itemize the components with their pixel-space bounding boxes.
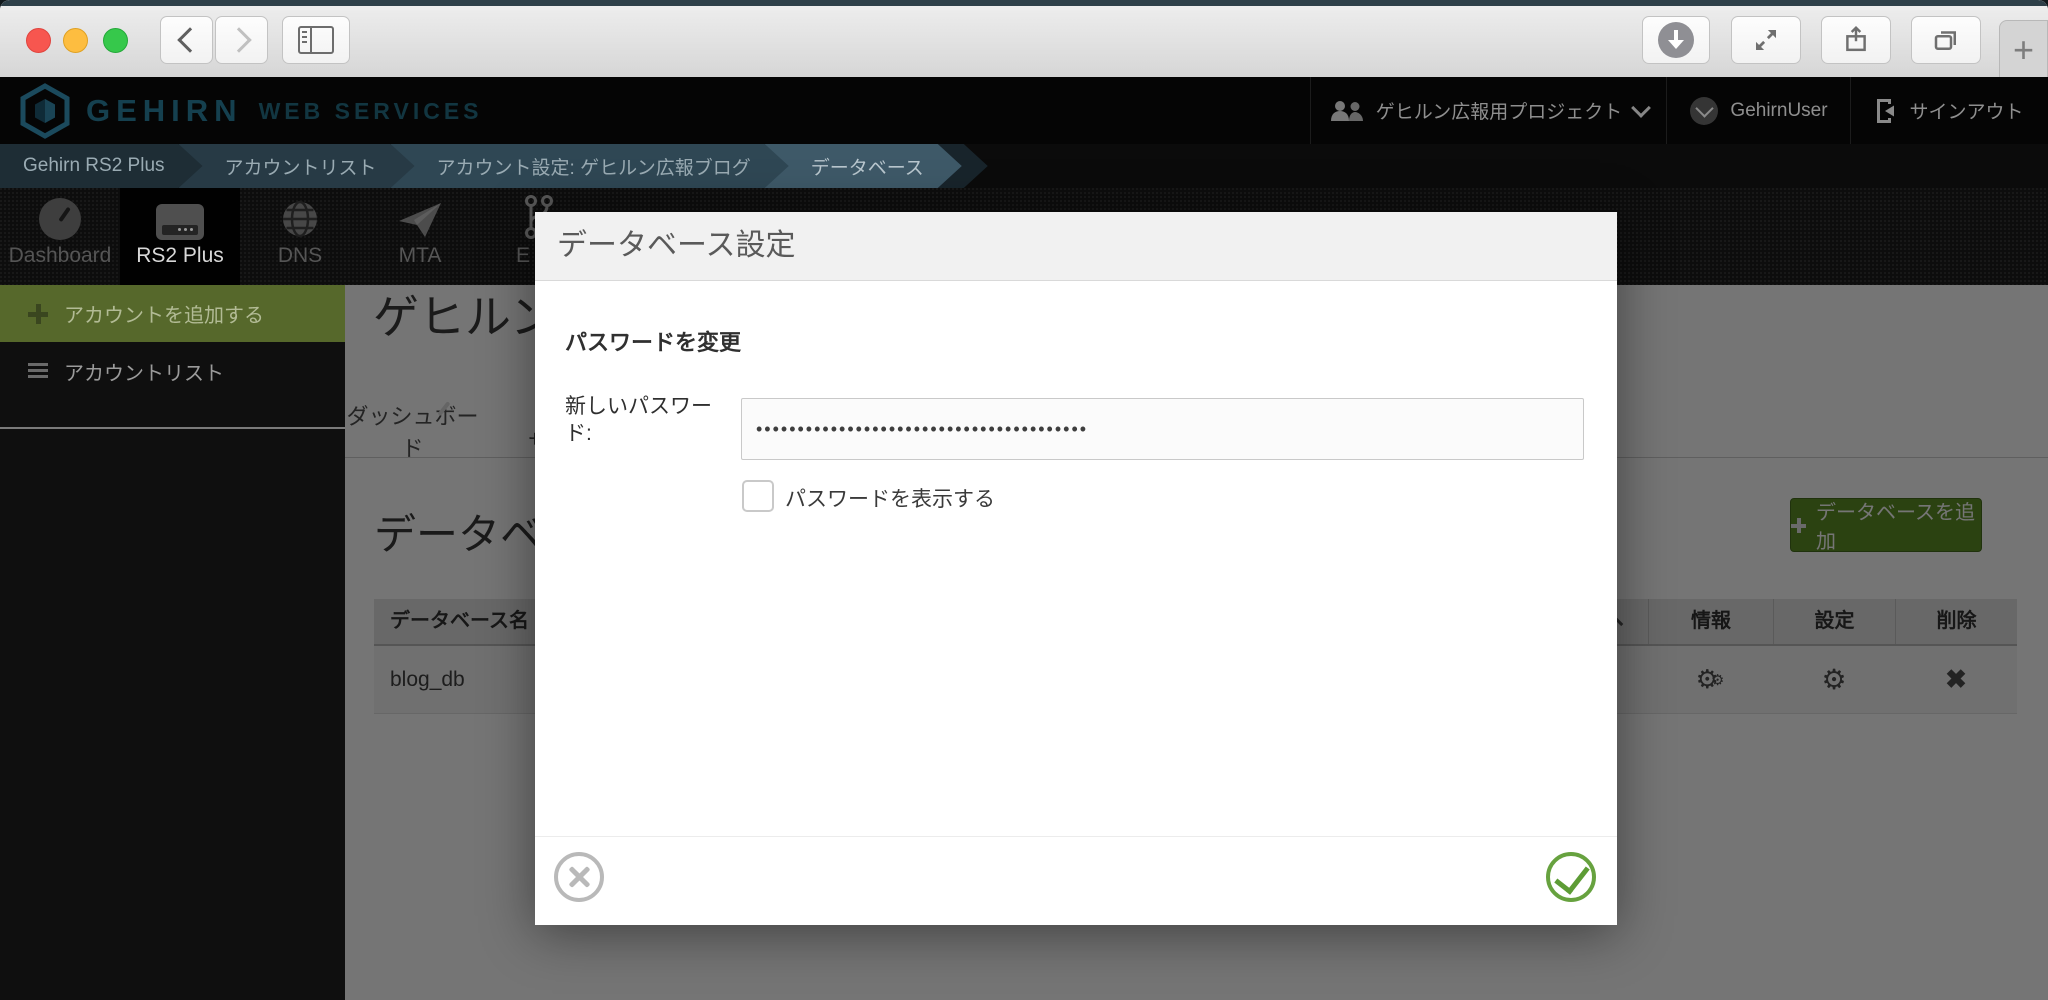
modal-title: データベース設定 [557, 229, 796, 262]
tab-overview-button[interactable] [1911, 16, 1981, 64]
globe-icon [283, 200, 317, 238]
breadcrumb-item-rs2plus[interactable]: Gehirn RS2 Plus [0, 144, 203, 188]
check-circle-icon [1554, 857, 1590, 895]
breadcrumb: Gehirn RS2 Plus アカウントリスト アカウント設定: ゲヒルン広報… [0, 144, 2048, 188]
chevron-down-icon [1631, 97, 1652, 118]
sidebar-divider [0, 427, 345, 429]
x-circle-icon [567, 865, 591, 889]
paper-plane-icon [399, 203, 441, 237]
breadcrumb-item-database[interactable]: データベース [765, 144, 962, 188]
app-header: GEHIRN WEB SERVICES ゲヒルン広報用プロジェクト Gehirn… [0, 77, 2048, 144]
download-icon [1658, 22, 1694, 58]
gehirn-logo[interactable]: GEHIRN WEB SERVICES [18, 82, 483, 140]
plus-icon [28, 303, 48, 324]
sidebar-item-label: アカウントを追加する [64, 305, 264, 327]
logo-text-primary: GEHIRN [86, 93, 243, 128]
modal-footer [535, 836, 1617, 925]
zoom-window-button[interactable] [103, 28, 128, 53]
modal-header: データベース設定 [535, 212, 1617, 281]
chevron-left-icon [176, 27, 203, 53]
signout-button[interactable]: サインアウト [1850, 77, 2048, 144]
user-menu[interactable]: GehirnUser [1666, 77, 1851, 144]
sidebar-icon [298, 26, 334, 54]
back-button[interactable] [160, 16, 213, 64]
show-password-checkbox[interactable] [742, 480, 774, 512]
project-menu[interactable]: ゲヒルン広報用プロジェクト [1310, 77, 1667, 144]
users-icon [1330, 100, 1363, 121]
breadcrumb-item-account-list[interactable]: アカウントリスト [179, 144, 415, 188]
sidebar: アカウントを追加する アカウントリスト [0, 285, 345, 1000]
nav-label: DNS [277, 244, 323, 267]
change-password-heading: パスワードを変更 [565, 330, 742, 355]
tabs-icon [1934, 31, 1956, 50]
sidebar-toggle-button[interactable] [282, 16, 350, 64]
forward-button[interactable] [215, 16, 268, 64]
new-password-input[interactable] [741, 398, 1584, 460]
expand-icon [1756, 30, 1776, 50]
hexagon-logo-icon [20, 83, 70, 139]
sidebar-item-label: アカウントリスト [64, 362, 224, 385]
close-window-button[interactable] [26, 28, 51, 53]
nav-item-mta[interactable]: MTA [360, 188, 480, 285]
user-menu-label: GehirnUser [1730, 99, 1828, 121]
minimize-window-button[interactable] [63, 28, 88, 53]
downloads-button[interactable] [1642, 16, 1710, 64]
share-button[interactable] [1821, 16, 1891, 64]
new-tab-button[interactable]: + [1999, 20, 2048, 79]
gauge-icon [39, 198, 81, 240]
share-icon [1846, 25, 1866, 52]
nav-item-rs2plus[interactable]: RS2 Plus [120, 188, 240, 285]
modal-body: パスワードを変更 新しいパスワード: パスワードを表示する [535, 281, 1617, 837]
nav-label: RS2 Plus [136, 244, 224, 267]
breadcrumb-item-account-settings[interactable]: アカウント設定: ゲヒルン広報ブログ [391, 144, 789, 188]
nav-label: MTA [398, 244, 442, 267]
chevron-right-icon [225, 27, 252, 53]
sidebar-item-add-account[interactable]: アカウントを追加する [0, 285, 345, 342]
confirm-button[interactable] [1546, 852, 1596, 902]
sidebar-item-account-list[interactable]: アカウントリスト [0, 342, 345, 400]
nav-label: Dashboard [8, 244, 112, 267]
database-settings-modal: データベース設定 パスワードを変更 新しいパスワード: パスワードを表示する [535, 212, 1617, 925]
fullscreen-button[interactable] [1731, 16, 1801, 64]
cancel-button[interactable] [554, 852, 604, 902]
project-menu-label: ゲヒルン広報用プロジェクト [1375, 102, 1623, 123]
nav-item-dashboard[interactable]: Dashboard [0, 188, 120, 285]
signout-label: サインアウト [1909, 102, 2024, 123]
logo-text-secondary: WEB SERVICES [258, 97, 483, 124]
new-password-label: 新しいパスワード: [565, 395, 712, 445]
window-top-edge [0, 0, 2048, 6]
browser-window: + GEHIRN WEB SERVICES ゲヒルン広報用プロジェクト Gehi… [0, 0, 2048, 1000]
door-exit-icon [1877, 98, 1895, 123]
plus-icon: + [2012, 28, 2035, 70]
nav-item-dns[interactable]: DNS [240, 188, 360, 285]
avatar [1690, 96, 1719, 125]
show-password-label[interactable]: パスワードを表示する [785, 483, 995, 513]
server-icon [156, 204, 204, 240]
list-icon [28, 361, 48, 381]
window-titlebar: + [0, 0, 2048, 79]
